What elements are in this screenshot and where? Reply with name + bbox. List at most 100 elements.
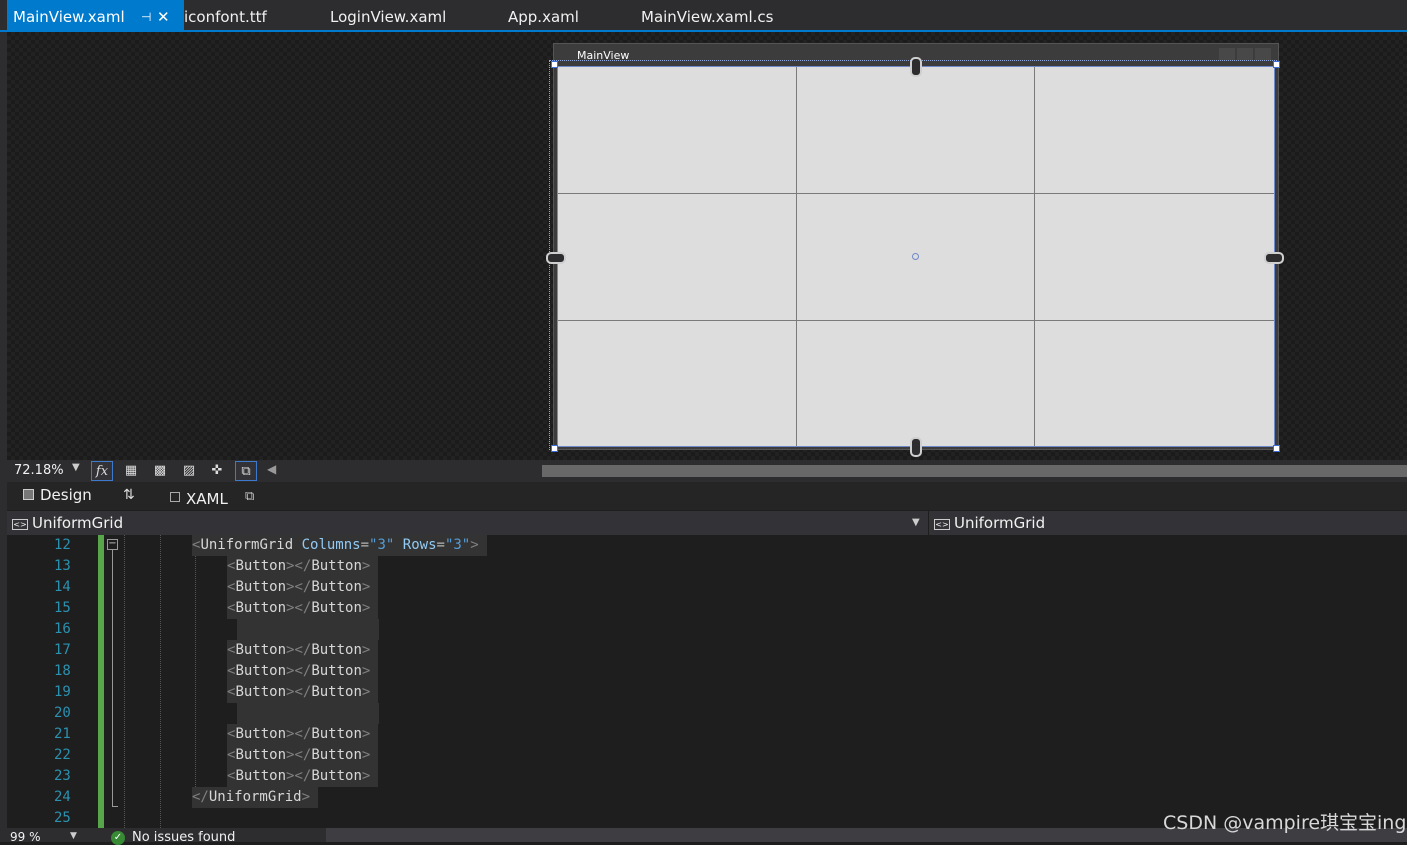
element-dropdown-right[interactable]: <> UniformGrid <box>934 514 1045 532</box>
xaml-tab[interactable]: XAML <box>186 490 228 508</box>
code-line[interactable]: 25 <box>0 808 600 829</box>
scroll-left-icon[interactable]: ◀ <box>267 462 276 476</box>
bracket: </ <box>294 726 312 742</box>
code-line[interactable]: 18 <Button></Button> <box>0 661 600 682</box>
code-text: <Button></Button> <box>227 682 379 703</box>
grid-lines-icon[interactable]: ▦ <box>120 461 142 481</box>
snap-to-lines-icon[interactable]: ✜ <box>206 461 228 481</box>
attribute-name: Columns <box>301 537 361 553</box>
line-number: 24 <box>54 789 71 805</box>
design-view-icon <box>23 489 34 500</box>
tag-name: Button <box>235 684 287 700</box>
bracket: > <box>470 537 479 553</box>
effects-button[interactable]: fx <box>91 461 113 481</box>
tag-name: Button <box>311 768 362 784</box>
xaml-element-icon: <> <box>934 519 950 530</box>
code-line[interactable]: 24 </UniformGrid> <box>0 787 600 808</box>
line-number: 25 <box>54 810 71 826</box>
tab-mainview-xaml[interactable]: MainView.xaml ⊣ ✕ <box>7 0 184 30</box>
attribute-value: "3" <box>444 537 471 553</box>
bracket: </ <box>294 579 312 595</box>
code-text: <Button></Button> <box>227 640 379 661</box>
code-line[interactable]: 20 <box>0 703 600 724</box>
code-line[interactable]: 22 <Button></Button> <box>0 745 600 766</box>
bracket: </ <box>294 600 312 616</box>
resize-handle-top-left[interactable] <box>551 61 558 68</box>
line-number: 12 <box>54 537 71 553</box>
watermark: CSDN @vampire琪宝宝ing <box>1163 812 1407 834</box>
popout-icon[interactable]: ⧉ <box>245 489 254 504</box>
tag-name: Button <box>311 642 362 658</box>
anchor-right-icon[interactable] <box>1264 252 1284 264</box>
tag-name: Button <box>235 747 287 763</box>
bracket: > <box>301 789 311 805</box>
line-number: 21 <box>54 726 71 742</box>
bracket: </ <box>294 684 312 700</box>
tag-name: Button <box>235 726 287 742</box>
close-icon[interactable]: ✕ <box>157 0 170 34</box>
code-text <box>237 619 379 640</box>
code-line[interactable]: 21 <Button></Button> <box>0 724 600 745</box>
close-window-icon <box>1255 48 1271 60</box>
snap-to-grid-icon[interactable]: ▩ <box>149 461 171 481</box>
line-number: 15 <box>54 600 71 616</box>
resize-handle-bottom-right[interactable] <box>1273 445 1280 452</box>
tag-name: Button <box>311 684 362 700</box>
anchor-left-icon[interactable] <box>546 252 566 264</box>
tag-name: Button <box>311 726 362 742</box>
grid-row-divider <box>558 193 1274 194</box>
bracket: </ <box>192 789 209 805</box>
tag-name: Button <box>235 558 287 574</box>
tab-mainview-xaml-cs[interactable]: MainView.xaml.cs <box>641 0 773 30</box>
bracket: > <box>361 747 371 763</box>
swap-panes-icon[interactable]: ⇅ <box>123 487 135 503</box>
line-number: 17 <box>54 642 71 658</box>
tab-loginview-xaml[interactable]: LoginView.xaml <box>330 0 446 30</box>
tab-iconfont-ttf[interactable]: iconfont.ttf <box>184 0 267 30</box>
code-line[interactable]: 19 <Button></Button> <box>0 682 600 703</box>
navigation-bar <box>7 511 1407 535</box>
minimize-icon <box>1219 48 1235 60</box>
anchor-bottom-icon[interactable] <box>910 437 922 457</box>
maximize-icon <box>1237 48 1253 60</box>
tab-app-xaml[interactable]: App.xaml <box>508 0 579 30</box>
bracket: </ <box>294 558 312 574</box>
code-line[interactable]: 12 <UniformGrid Columns="3" Rows="3"> <box>0 535 600 556</box>
code-line[interactable]: 23 <Button></Button> <box>0 766 600 787</box>
code-line[interactable]: 14 <Button></Button> <box>0 577 600 598</box>
bracket: </ <box>294 642 312 658</box>
code-text: <Button></Button> <box>227 556 379 577</box>
xaml-element-icon: <> <box>12 519 28 530</box>
issues-status[interactable]: No issues found <box>132 830 235 845</box>
code-line[interactable]: 15 <Button></Button> <box>0 598 600 619</box>
code-line[interactable]: 16 <box>0 619 600 640</box>
bracket: > <box>361 579 371 595</box>
chevron-down-icon[interactable]: ▼ <box>72 462 80 473</box>
tag-name: Button <box>235 600 287 616</box>
line-number: 13 <box>54 558 71 574</box>
code-text: <Button></Button> <box>227 724 379 745</box>
design-tab[interactable]: Design <box>40 486 92 504</box>
code-text <box>237 703 379 724</box>
horizontal-scrollbar[interactable] <box>542 465 1407 477</box>
code-text: <Button></Button> <box>227 577 379 598</box>
tag-name: Button <box>311 747 362 763</box>
pin-icon[interactable]: ⊣ <box>141 0 151 34</box>
tag-name: UniformGrid <box>200 537 294 553</box>
tag-name: Button <box>311 663 362 679</box>
project-code-icon[interactable]: ⧉ <box>235 461 257 481</box>
grid-row-divider <box>558 320 1274 321</box>
code-line[interactable]: 13 <Button></Button> <box>0 556 600 577</box>
element-dropdown-left[interactable]: <> UniformGrid <box>12 514 123 532</box>
bracket: </ <box>294 747 312 763</box>
anchor-top-icon[interactable] <box>910 57 922 77</box>
check-circle-icon: ✓ <box>111 831 125 845</box>
zoom-level[interactable]: 72.18% <box>14 463 64 478</box>
chevron-down-icon[interactable]: ▼ <box>70 831 77 841</box>
resize-handle-bottom-left[interactable] <box>551 445 558 452</box>
code-line[interactable]: 17 <Button></Button> <box>0 640 600 661</box>
tag-name: Button <box>311 558 362 574</box>
artboard-background-icon[interactable]: ▨ <box>178 461 200 481</box>
resize-handle-top-right[interactable] <box>1273 61 1280 68</box>
chevron-down-icon[interactable]: ▼ <box>912 517 920 528</box>
